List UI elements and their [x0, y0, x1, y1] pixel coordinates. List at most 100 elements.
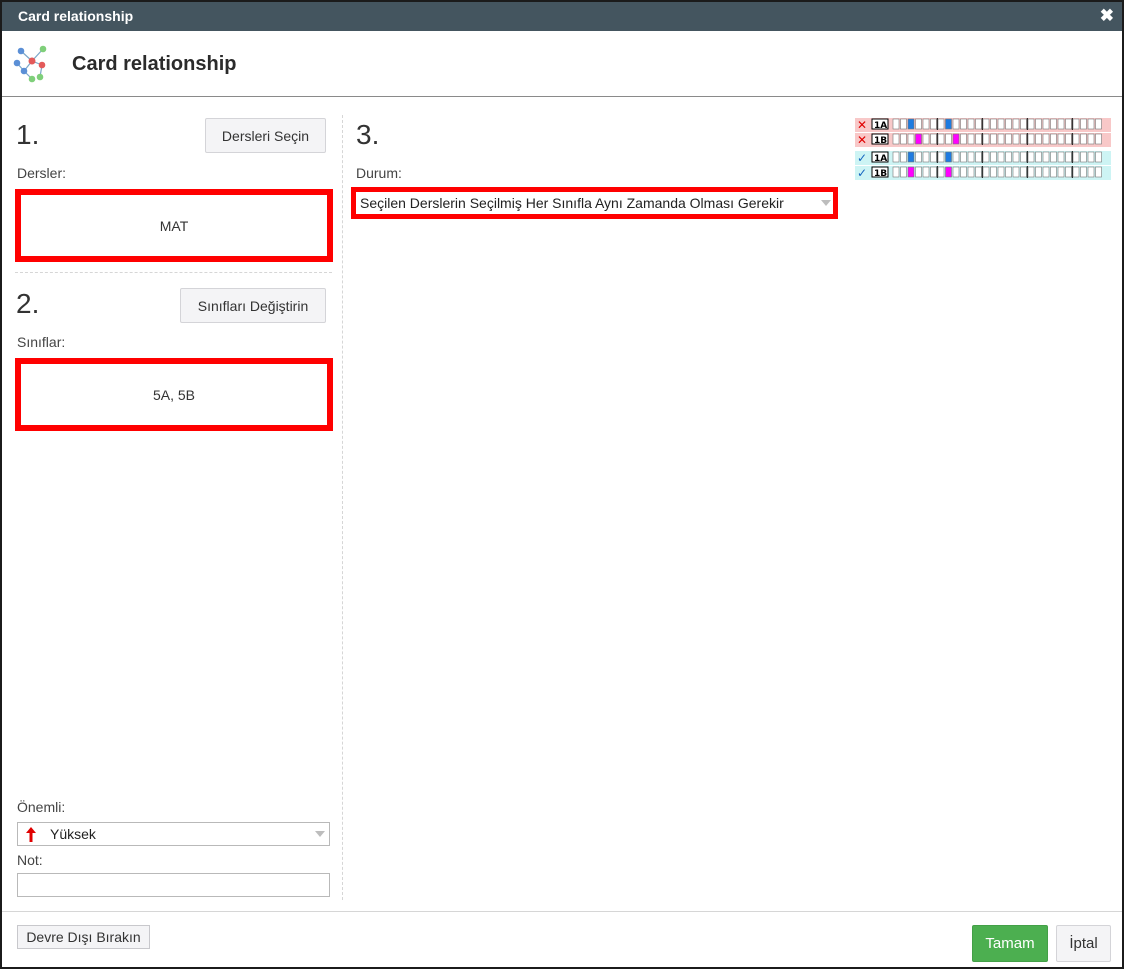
- preview-cell: [1027, 118, 1035, 130]
- preview-cell: [1057, 133, 1065, 145]
- preview-cell: [922, 118, 930, 130]
- preview-cell: [937, 118, 945, 130]
- preview-cell: [975, 133, 982, 145]
- preview-cell: [1072, 166, 1080, 178]
- preview-row: ✕ 1B: [855, 133, 1111, 147]
- cross-icon: ✕: [857, 133, 867, 147]
- preview-cell: [922, 151, 930, 163]
- preview-cell: [1042, 151, 1050, 163]
- preview-cell: [952, 166, 960, 178]
- preview-class-label: 1A: [874, 154, 887, 164]
- preview-row: ✕ 1A: [855, 118, 1111, 132]
- preview-cell: [915, 118, 922, 130]
- preview-row: ✓ 1B: [855, 166, 1111, 180]
- preview-cell: [1095, 166, 1102, 178]
- preview-cell: [945, 151, 952, 163]
- preview-cell: [997, 166, 1005, 178]
- title-bar[interactable]: Card relationship ✖: [2, 2, 1122, 31]
- ok-button[interactable]: Tamam: [972, 925, 1048, 962]
- note-input[interactable]: [17, 873, 330, 897]
- preview-cell: [1050, 133, 1057, 145]
- preview-cell: [1005, 151, 1012, 163]
- preview-cell: [1080, 166, 1087, 178]
- preview-cell: [907, 166, 915, 178]
- preview-cell: [1035, 133, 1042, 145]
- preview-cell: [1020, 166, 1027, 178]
- step2-number: 2.: [16, 288, 40, 319]
- preview-cell: [937, 166, 945, 178]
- importance-select[interactable]: Yüksek: [17, 822, 330, 846]
- window-title: Card relationship: [18, 8, 134, 24]
- preview-cell: [945, 166, 952, 178]
- preview-cell: [1087, 166, 1095, 178]
- preview-cell: [1065, 133, 1072, 145]
- preview-cell: [1020, 151, 1027, 163]
- cancel-button[interactable]: İptal: [1056, 925, 1111, 962]
- disable-button[interactable]: Devre Dışı Bırakın: [17, 925, 150, 949]
- preview-cell: [892, 166, 900, 178]
- select-lessons-button[interactable]: Dersleri Seçin: [205, 118, 326, 153]
- cross-icon: ✕: [857, 118, 867, 132]
- preview-cell: [1042, 133, 1050, 145]
- chevron-down-icon: [315, 831, 325, 837]
- preview-class-label: 1B: [874, 169, 887, 179]
- preview-cell: [1042, 166, 1050, 178]
- preview-cell: [975, 151, 982, 163]
- section-divider: [15, 272, 332, 273]
- preview-cell: [1095, 151, 1102, 163]
- preview-cell: [1095, 133, 1102, 145]
- preview-cell: [967, 166, 975, 178]
- preview-cell: [1050, 166, 1057, 178]
- preview-cell: [952, 151, 960, 163]
- preview-cell: [1087, 133, 1095, 145]
- classes-value: 5A, 5B: [152, 386, 196, 403]
- dialog-heading: Card relationship: [72, 53, 237, 75]
- preview-cell: [1005, 166, 1012, 178]
- preview-cell: [937, 133, 945, 145]
- preview-cell: [975, 118, 982, 130]
- preview-cell: [930, 166, 937, 178]
- preview-cell: [1057, 166, 1065, 178]
- column-divider: [342, 115, 343, 900]
- preview-cell: [892, 118, 900, 130]
- preview-cell: [952, 118, 960, 130]
- lessons-label: Dersler:: [17, 165, 67, 181]
- preview-cell: [1005, 118, 1012, 130]
- preview-cell: [930, 133, 937, 145]
- preview-cell: [1035, 151, 1042, 163]
- preview-cell: [960, 118, 967, 130]
- card-relationship-dialog: Card relationship ✖ Card relationship 1.…: [0, 0, 1124, 969]
- preview-row: ✓ 1A: [855, 151, 1111, 165]
- preview-cell: [1065, 118, 1072, 130]
- importance-value: Yüksek: [50, 826, 96, 842]
- preview-cell: [997, 133, 1005, 145]
- preview-cell: [967, 118, 975, 130]
- lessons-value-box[interactable]: MAT: [15, 189, 333, 262]
- preview-cell: [1027, 151, 1035, 163]
- close-icon[interactable]: ✖: [1100, 6, 1114, 26]
- timetable-preview: ✕ 1A ✕ 1B ✓ 1A ✓ 1B: [855, 118, 1111, 180]
- preview-cell: [1012, 118, 1020, 130]
- preview-cell: [982, 133, 990, 145]
- condition-label: Durum:: [356, 165, 402, 181]
- preview-cell: [982, 151, 990, 163]
- preview-cell: [922, 166, 930, 178]
- preview-class-label: 1B: [874, 136, 887, 146]
- preview-cell: [1087, 118, 1095, 130]
- preview-cell: [1072, 151, 1080, 163]
- dialog-footer: [2, 911, 1122, 969]
- change-classes-button[interactable]: Sınıfları Değiştirin: [180, 288, 326, 323]
- classes-value-box[interactable]: 5A, 5B: [15, 358, 333, 431]
- preview-cell: [997, 151, 1005, 163]
- preview-cell: [1027, 166, 1035, 178]
- preview-cell: [1020, 133, 1027, 145]
- condition-select[interactable]: Seçilen Derslerin Seçilmiş Her Sınıfla A…: [351, 187, 838, 219]
- preview-cell: [1035, 166, 1042, 178]
- preview-cell: [900, 133, 907, 145]
- preview-cell: [892, 133, 900, 145]
- lessons-value: MAT: [159, 217, 189, 234]
- preview-cell: [1057, 118, 1065, 130]
- preview-cell: [930, 118, 937, 130]
- preview-cell: [907, 133, 915, 145]
- preview-cell: [1065, 151, 1072, 163]
